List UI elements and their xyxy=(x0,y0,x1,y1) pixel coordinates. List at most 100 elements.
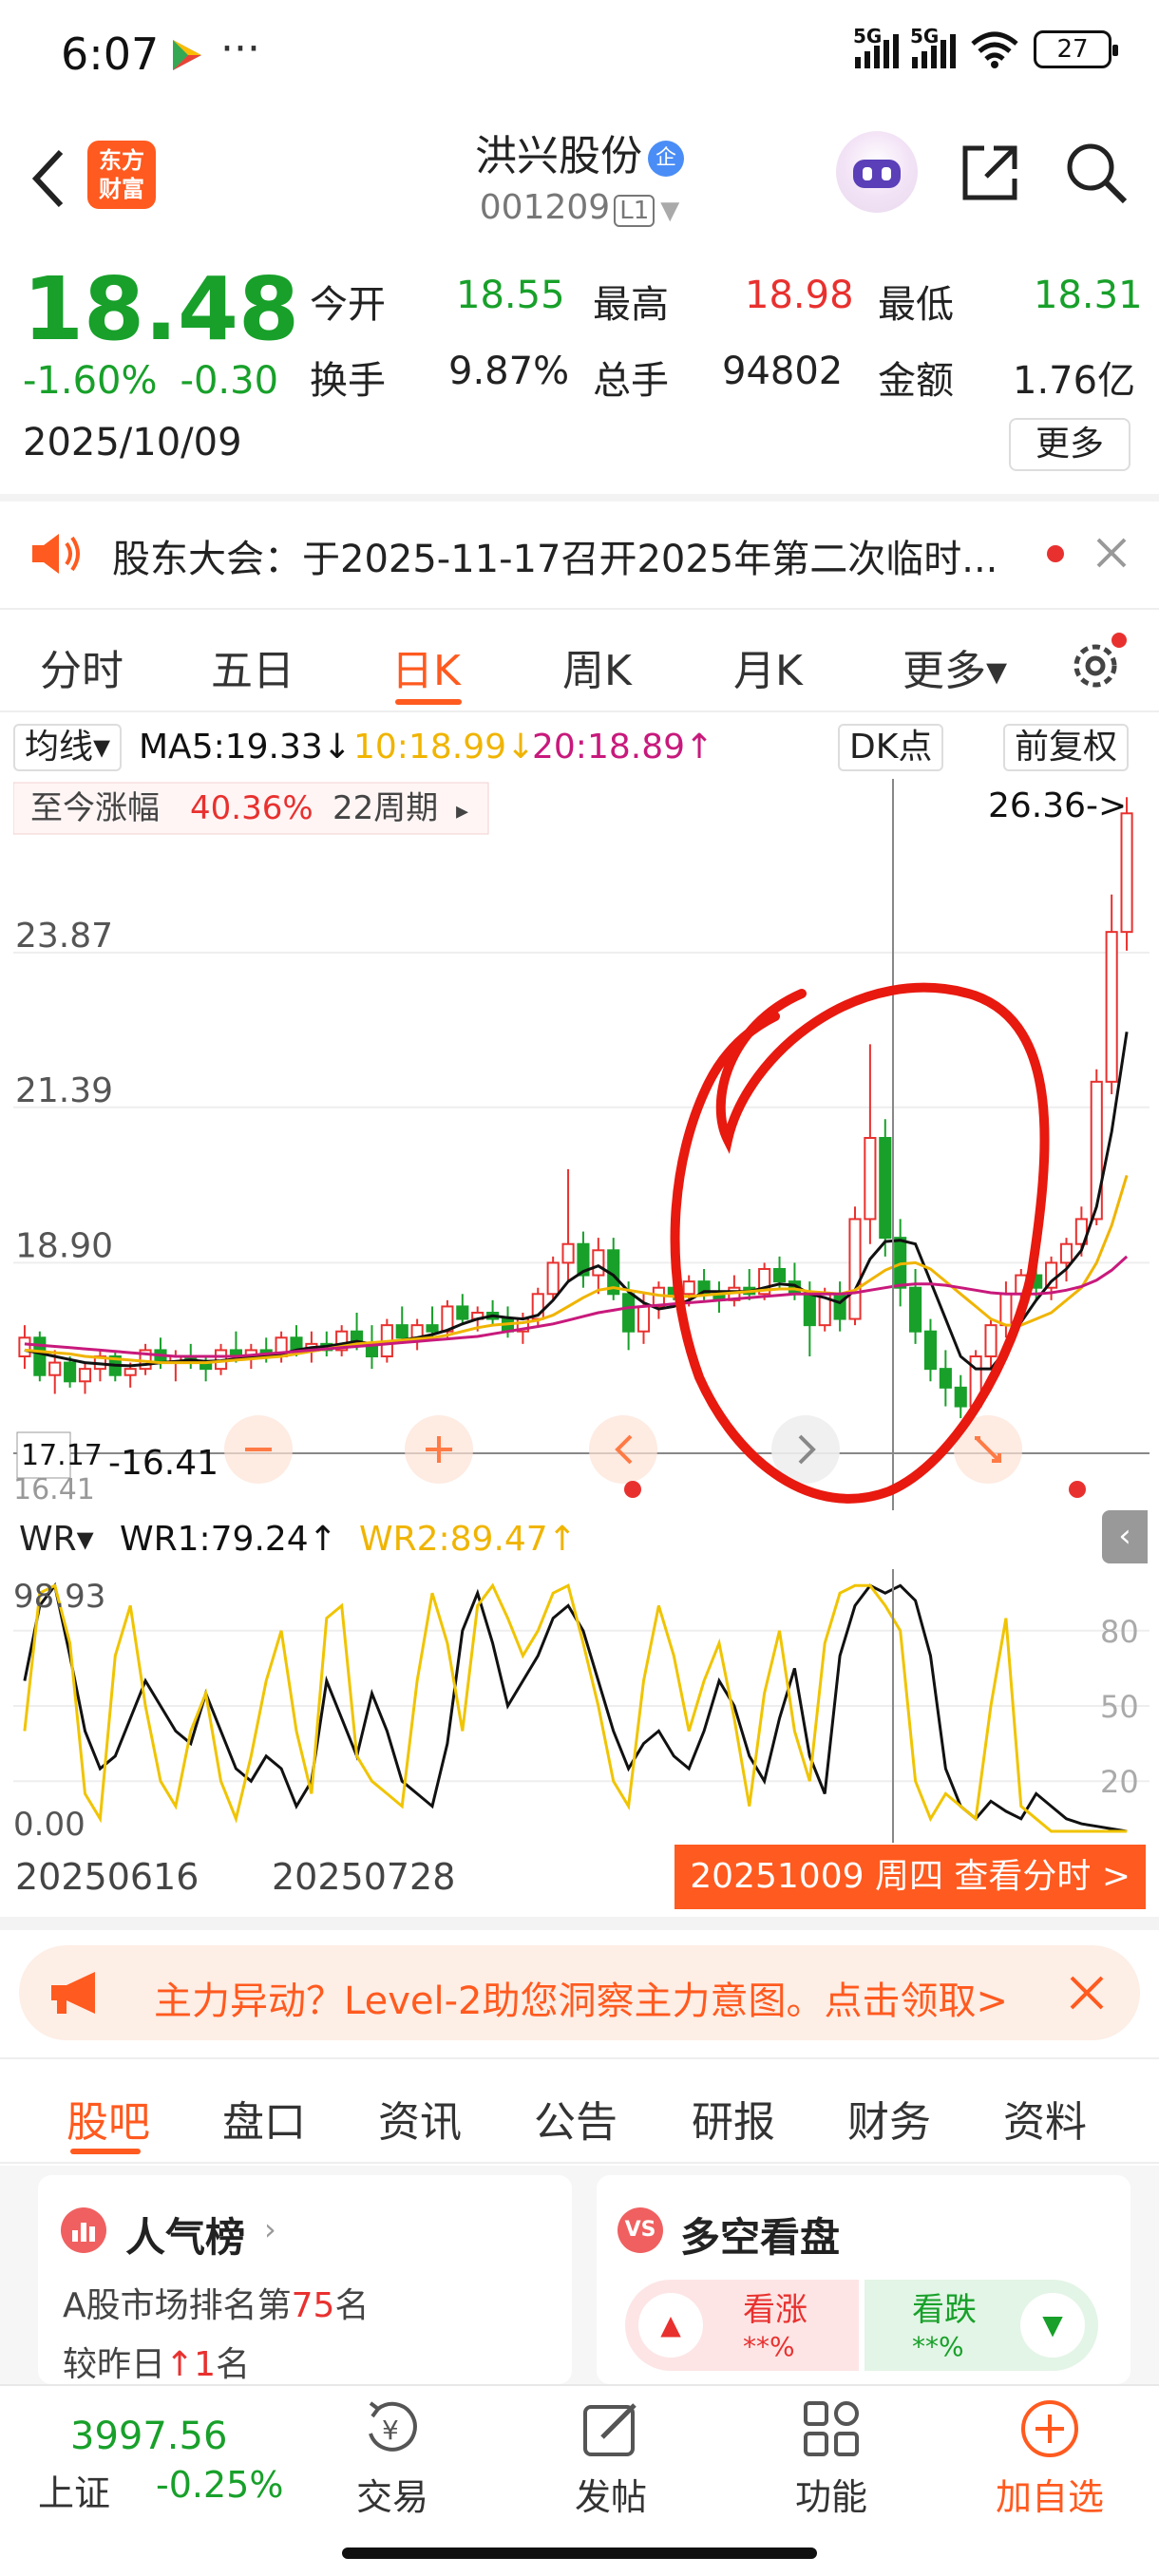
tab-profile[interactable]: 资料 xyxy=(1003,2088,1087,2149)
candle xyxy=(712,1281,726,1313)
divider xyxy=(0,1917,1159,1930)
candle xyxy=(93,1350,106,1382)
turnover-value: 9.87% xyxy=(448,350,570,393)
range-label: 至今涨幅 xyxy=(30,789,160,827)
promo-banner[interactable]: 主力异动？Level-2助您洞察主力意图。点击领取> xyxy=(19,1945,1140,2040)
candle xyxy=(33,1331,47,1382)
enterprise-badge: 企 xyxy=(648,141,684,177)
search-icon[interactable] xyxy=(1062,139,1130,207)
collapse-panel-button[interactable]: ‹ xyxy=(1102,1510,1148,1563)
megaphone-icon xyxy=(51,1972,95,2014)
wr-chart[interactable]: 80 50 20 98.93 0.00 xyxy=(13,1569,1150,1843)
nav-trade[interactable]: ¥ 交易 xyxy=(331,2396,454,2520)
chevron-down-icon: ▼ xyxy=(660,197,680,225)
tab-guba[interactable]: 股吧 xyxy=(66,2088,150,2149)
svg-text:¥: ¥ xyxy=(382,2415,399,2446)
wr-line-wr1 xyxy=(23,1582,1128,1833)
adjust-mode-button[interactable]: 前复权 xyxy=(1003,724,1130,771)
tab-weekly-k[interactable]: 周K xyxy=(562,636,632,697)
tab-daily-k[interactable]: 日K xyxy=(391,636,461,697)
tab-finance[interactable]: 财务 xyxy=(847,2088,931,2149)
candle xyxy=(577,1231,590,1288)
candle xyxy=(456,1294,469,1326)
bull-bear-card[interactable]: VS 多空看盘 ▲ 看涨 **% 看跌 **% ▼ xyxy=(597,2175,1130,2384)
candle xyxy=(1105,894,1118,1094)
candle xyxy=(1059,1238,1074,1282)
add-circle-icon xyxy=(1021,2400,1078,2457)
tab-intraday[interactable]: 分时 xyxy=(40,636,124,697)
amount-label: 金额 xyxy=(878,359,954,403)
range-period: 22周期 xyxy=(332,789,438,827)
bullish-button[interactable]: ▲ 看涨 **% xyxy=(625,2280,859,2371)
zoom-out-button[interactable] xyxy=(224,1415,293,1484)
ma-line-ma10 xyxy=(24,1174,1129,1365)
gear-icon[interactable] xyxy=(1064,631,1130,697)
scroll-left-button[interactable] xyxy=(589,1415,657,1498)
wr-select[interactable]: WR▾ xyxy=(19,1520,94,1559)
notice-text: 股东大会：于2025-11-17召开2025年第二次临时... xyxy=(112,538,998,581)
bearish-button[interactable]: 看跌 **% ▼ xyxy=(864,2280,1098,2371)
volume-value: 94802 xyxy=(722,350,844,393)
tab-news[interactable]: 资讯 xyxy=(378,2088,462,2149)
candle xyxy=(365,1325,379,1370)
candle xyxy=(335,1325,349,1356)
price-change: -1.60% -0.30 xyxy=(23,359,279,403)
unread-dot xyxy=(1047,545,1064,562)
speaker-icon xyxy=(32,534,80,574)
bull-pct: **% xyxy=(743,2331,795,2362)
date-axis: 20250616 20250728 20251009 周四 查看分时 > xyxy=(0,1843,1159,1915)
wr-tick-label: 50 xyxy=(1100,1689,1139,1725)
y-tick-label: 21.39 xyxy=(15,1071,113,1110)
candle xyxy=(320,1331,333,1356)
view-intraday-button[interactable]: 20251009 周四 查看分时 > xyxy=(674,1845,1146,1909)
ranking-icon xyxy=(61,2207,106,2253)
tab-five-day[interactable]: 五日 xyxy=(211,636,294,697)
max-label: 26.36-> xyxy=(988,786,1127,825)
tab-pankou[interactable]: 盘口 xyxy=(222,2088,306,2149)
trade-icon: ¥ xyxy=(369,2401,417,2452)
zoom-in-button[interactable] xyxy=(405,1415,473,1484)
tab-research[interactable]: 研报 xyxy=(692,2088,775,2149)
vs-icon: VS xyxy=(618,2207,663,2253)
moving-averages xyxy=(24,1032,1129,1371)
quote-date: 2025/10/09 xyxy=(23,421,242,464)
edit-icon xyxy=(583,2403,636,2456)
popularity-card[interactable]: 人气榜 › A股市场排名第75名 较昨日↑1名 xyxy=(38,2175,572,2384)
index-name: 上证 xyxy=(38,2472,111,2514)
tab-monthly-k[interactable]: 月K xyxy=(733,636,803,697)
wr-indicator-row: WR▾ WR1:79.24↑ WR2:89.47↑ ‹ xyxy=(0,1510,1159,1567)
kline-tabs: 分时 五日 日K 周K 月K 更多▾ xyxy=(0,608,1159,712)
date-mid: 20250728 xyxy=(272,1856,456,1898)
play-store-icon xyxy=(173,40,201,70)
grid-icon xyxy=(804,2401,859,2456)
bear-label: 看跌 xyxy=(912,2291,977,2329)
chevron-right-icon: ▸ xyxy=(456,797,468,825)
close-icon[interactable] xyxy=(1092,534,1130,572)
wifi-icon xyxy=(971,31,1018,68)
candle xyxy=(758,1262,771,1300)
candle xyxy=(864,1044,877,1244)
nav-functions[interactable]: 功能 xyxy=(770,2396,893,2520)
tab-more[interactable]: 更多▾ xyxy=(902,636,1007,697)
amount-value: 1.76亿 xyxy=(1013,359,1136,403)
nav-post[interactable]: 发帖 xyxy=(549,2396,673,2520)
bull-label: 看涨 xyxy=(743,2291,808,2329)
close-icon[interactable] xyxy=(1066,1972,1108,2014)
date-start: 20250616 xyxy=(15,1856,200,1898)
min-label: -16.41 xyxy=(108,1444,218,1483)
index-change: -0.25% xyxy=(156,2464,284,2506)
more-button[interactable]: 更多 xyxy=(1009,418,1130,471)
level-badge: L1 xyxy=(614,195,656,227)
share-icon[interactable] xyxy=(956,139,1024,207)
dk-point-button[interactable]: DK点 xyxy=(838,724,944,771)
nav-add-watchlist[interactable]: 加自选 xyxy=(988,2396,1112,2520)
candle xyxy=(984,1318,998,1370)
candlestick-chart[interactable]: 23.87 21.39 18.90 至今涨幅 40.36% 22周期 ▸ 26.36… xyxy=(13,779,1150,1510)
quote-panel: 18.48 -1.60% -0.30 2025/10/09 今开 18.55 最高… xyxy=(0,245,1159,494)
tab-announcements[interactable]: 公告 xyxy=(534,2088,618,2149)
stock-header: 东方 财富 洪兴股份企 001209 L1 ▼ xyxy=(0,112,1159,245)
indicator-select[interactable]: 均线▾ xyxy=(13,724,123,771)
candle xyxy=(78,1362,92,1394)
ai-assistant-avatar[interactable] xyxy=(836,131,918,213)
notice-bar[interactable]: 股东大会：于2025-11-17召开2025年第二次临时... xyxy=(0,502,1159,604)
